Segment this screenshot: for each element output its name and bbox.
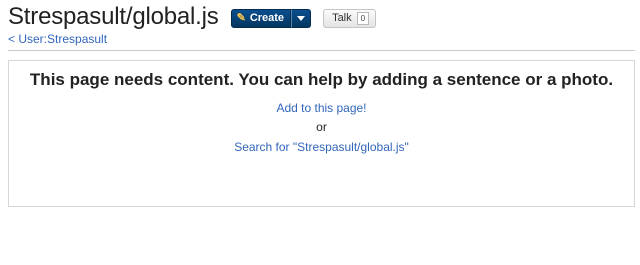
notice-headline: This page needs content. You can help by… xyxy=(29,70,614,89)
breadcrumb: < User:Strespasult xyxy=(8,32,107,46)
talk-button[interactable]: Talk 0 xyxy=(323,8,377,28)
add-to-page-link[interactable]: Add to this page! xyxy=(9,101,634,116)
pencil-icon: ✎ xyxy=(236,11,246,24)
empty-page-notice: This page needs content. You can help by… xyxy=(8,60,635,207)
create-button[interactable]: ✎ Create xyxy=(230,8,292,28)
create-dropdown-button[interactable] xyxy=(291,8,312,28)
search-page-link[interactable]: Search for "Strespasult/global.js" xyxy=(9,140,634,155)
page-header: Strespasult/global.js ✎ Create Talk 0 xyxy=(8,2,377,32)
caret-down-icon xyxy=(297,15,306,21)
create-button-label: Create xyxy=(249,12,285,24)
talk-button-label: Talk xyxy=(332,12,352,24)
breadcrumb-user-link[interactable]: < User:Strespasult xyxy=(8,32,107,46)
header-divider xyxy=(8,50,635,51)
page-title: Strespasult/global.js xyxy=(8,3,219,30)
talk-count-badge: 0 xyxy=(356,11,370,25)
create-button-group: ✎ Create xyxy=(230,8,312,28)
or-separator: or xyxy=(316,120,327,134)
